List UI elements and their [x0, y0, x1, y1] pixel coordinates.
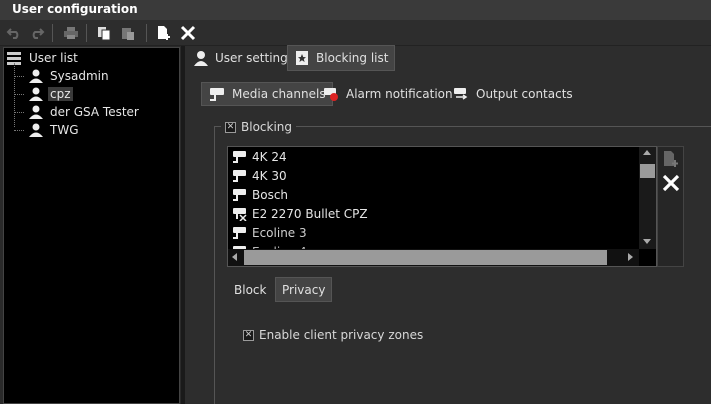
blocking-group-header: ✕ Blocking: [221, 119, 297, 135]
horizontal-scrollbar[interactable]: [228, 249, 639, 266]
tree-item-user-selected[interactable]: cpz: [14, 85, 73, 103]
new-document-icon[interactable]: [154, 23, 174, 43]
tree-item-label: TWG: [50, 123, 79, 137]
delete-x-icon[interactable]: [662, 174, 680, 192]
window-title-bar: User configuration: [0, 0, 711, 20]
user-icon: [29, 105, 43, 119]
tab-label: Blocking list: [316, 51, 389, 65]
output-contact-icon: [454, 88, 468, 100]
scroll-up-icon[interactable]: [643, 150, 651, 155]
tab-block[interactable]: Block: [228, 278, 272, 302]
scroll-right-icon[interactable]: [628, 253, 633, 261]
user-icon: [29, 69, 43, 83]
camera-icon: [233, 169, 246, 182]
tab-media-channels[interactable]: Media channels: [201, 82, 333, 106]
tree-root[interactable]: User list: [6, 49, 78, 67]
vertical-scrollbar[interactable]: [639, 147, 656, 249]
enable-privacy-checkbox[interactable]: ✕: [243, 329, 254, 341]
tab-label: Media channels: [232, 87, 326, 101]
tab-label: User settings: [215, 51, 295, 65]
tree-item-label: cpz: [48, 87, 73, 101]
tree-item-user[interactable]: der GSA Tester: [14, 103, 139, 121]
tree-item-user[interactable]: Sysadmin: [14, 67, 109, 85]
channel-label: 4K 30: [252, 168, 287, 183]
blocking-checkbox[interactable]: ✕: [225, 121, 236, 133]
close-icon[interactable]: [178, 23, 198, 43]
privacy-option[interactable]: ✕ Enable client privacy zones: [243, 327, 423, 343]
tab-privacy[interactable]: Privacy: [275, 277, 333, 302]
list-item[interactable]: Bosch: [232, 185, 288, 204]
channel-label: E2 2270 Bullet CPZ: [252, 206, 368, 221]
toolbar-separator: [146, 24, 147, 42]
list-item[interactable]: Ecoline 3: [232, 223, 307, 242]
camera-icon: [233, 150, 246, 163]
copy-icon[interactable]: [94, 23, 114, 43]
list-side-buttons: [657, 146, 684, 267]
camera-icon: [233, 226, 246, 239]
alarm-icon: [324, 88, 338, 101]
camera-icon: [210, 88, 224, 101]
tab-label: Alarm notification: [346, 87, 453, 101]
list-item[interactable]: E2 2270 Bullet CPZ: [232, 204, 368, 223]
paste-icon[interactable]: [118, 23, 138, 43]
blocking-label: Blocking: [241, 120, 293, 134]
camera-blocked-icon: [233, 207, 247, 221]
tree-item-label: der GSA Tester: [50, 105, 139, 119]
channel-label: Ecoline 3: [252, 225, 307, 240]
camera-icon: [233, 188, 246, 201]
undo-icon[interactable]: [4, 23, 24, 43]
hscroll-thumb[interactable]: [244, 250, 607, 265]
channel-label: Bosch: [252, 187, 289, 202]
window-title: User configuration: [12, 2, 138, 16]
scroll-left-icon[interactable]: [232, 253, 237, 261]
toolbar-separator: [86, 24, 87, 42]
tab-label: Block: [234, 283, 267, 297]
tab-label: Privacy: [282, 282, 326, 297]
tree-root-label: User list: [29, 51, 78, 65]
tree-item-user[interactable]: TWG: [14, 121, 79, 139]
tab-blocking-list[interactable]: Blocking list: [287, 45, 396, 71]
scroll-down-icon[interactable]: [643, 239, 651, 244]
user-icon: [194, 51, 208, 66]
toolbar-separator: [52, 24, 53, 42]
tab-label: Output contacts: [476, 87, 573, 101]
list-item[interactable]: 4K 24: [232, 147, 287, 166]
scroll-thumb[interactable]: [640, 164, 655, 178]
tab-alarm-notification[interactable]: Alarm notification: [316, 82, 459, 106]
print-icon[interactable]: [61, 23, 81, 43]
tab-user-settings[interactable]: User settings: [187, 46, 300, 70]
user-icon: [29, 123, 43, 137]
tab-output-contacts[interactable]: Output contacts: [446, 82, 579, 106]
user-icon: [29, 87, 43, 101]
redo-icon[interactable]: [27, 23, 47, 43]
enable-privacy-label: Enable client privacy zones: [259, 328, 424, 342]
tree-item-label: Sysadmin: [50, 69, 109, 83]
user-tree: User list Sysadmin cpz der GSA Tester TW…: [3, 47, 180, 404]
add-document-icon[interactable]: [662, 150, 680, 168]
toolbar: [0, 20, 711, 46]
star-document-icon: [296, 51, 308, 65]
list-item[interactable]: 4K 30: [232, 166, 287, 185]
channel-label: 4K 24: [252, 149, 287, 164]
